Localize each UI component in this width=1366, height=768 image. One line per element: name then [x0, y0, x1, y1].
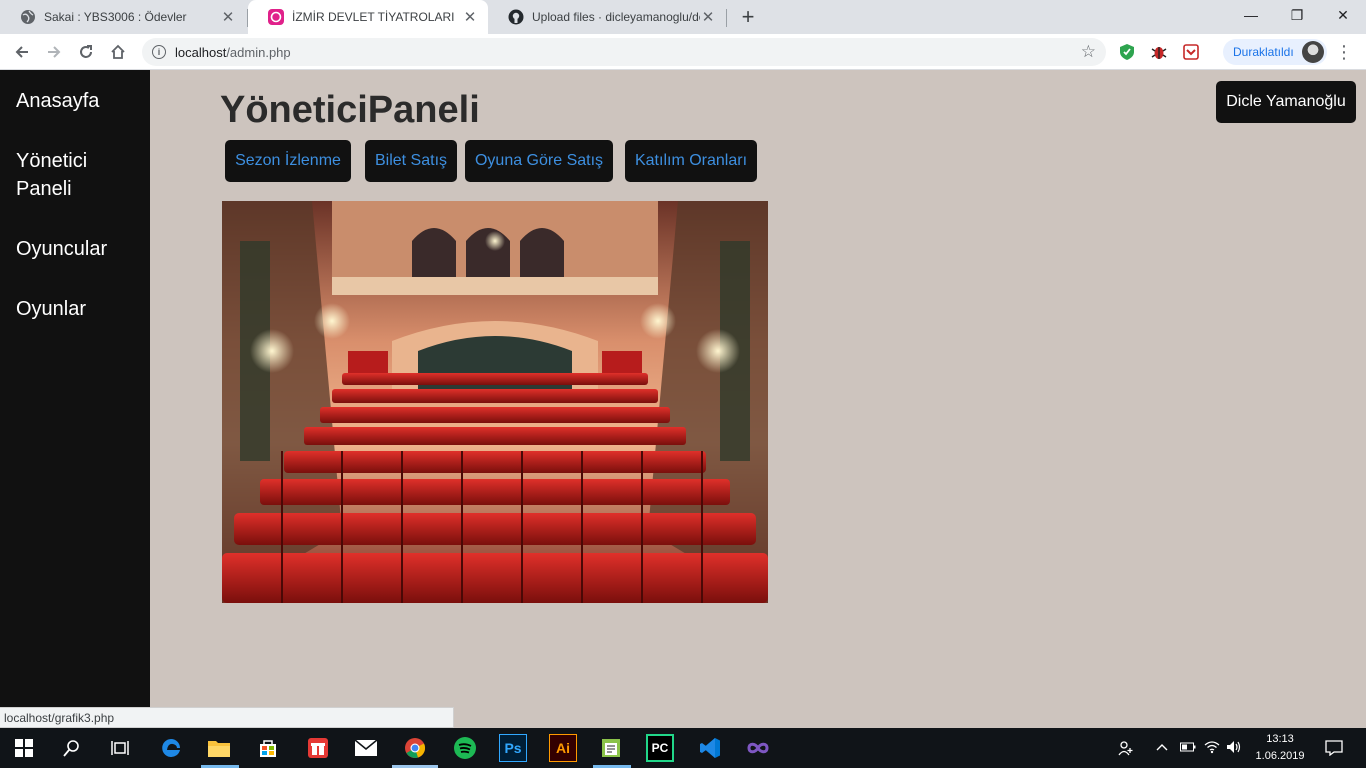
- back-button[interactable]: [8, 38, 36, 66]
- tab-divider: [726, 9, 727, 27]
- notifications-icon[interactable]: [1325, 740, 1343, 759]
- theatre-auditorium-image: [222, 201, 768, 603]
- url-host: localhost: [175, 44, 227, 60]
- globe-icon: [20, 9, 36, 25]
- home-icon: [111, 44, 125, 59]
- katilim-oranlari-button[interactable]: Katılım Oranları: [625, 140, 757, 182]
- pocket-extension-icon[interactable]: [1182, 43, 1200, 61]
- tab-sakai[interactable]: Sakai : YBS3006 : Ödevler ✕: [0, 0, 246, 34]
- profile-button[interactable]: Duraklatıldı: [1223, 39, 1327, 65]
- maximize-window-icon[interactable]: ❐: [1274, 0, 1320, 30]
- task-view-icon[interactable]: [106, 734, 134, 762]
- windows-start-icon[interactable]: [10, 734, 38, 762]
- sidebar-item-oyunlar[interactable]: Oyunlar: [16, 295, 136, 323]
- minimize-window-icon[interactable]: —: [1228, 0, 1274, 30]
- photoshop-icon[interactable]: Ps: [499, 734, 527, 762]
- close-tab-icon[interactable]: ✕: [700, 9, 716, 26]
- vscode-icon[interactable]: [696, 734, 724, 762]
- tab-izmir-devlet-tiyatrolari[interactable]: İZMİR DEVLET TİYATROLARI ✕: [248, 0, 488, 34]
- tab-title: İZMİR DEVLET TİYATROLARI: [292, 10, 455, 24]
- chrome-icon[interactable]: [401, 734, 429, 762]
- profile-status-label: Duraklatıldı: [1233, 45, 1294, 59]
- sidebar-item-anasayfa[interactable]: Anasayfa: [16, 87, 136, 115]
- arrow-right-icon: [48, 46, 61, 58]
- browser-toolbar: i localhost/admin.php ☆ Duraklatıldı ⋮: [0, 34, 1366, 70]
- new-tab-button[interactable]: +: [736, 4, 760, 29]
- volume-icon[interactable]: [1226, 740, 1242, 757]
- close-window-icon[interactable]: ✕: [1320, 0, 1366, 30]
- search-icon[interactable]: [58, 734, 86, 762]
- browser-status-url: localhost/grafik3.php: [0, 707, 454, 728]
- edge-icon[interactable]: [157, 734, 185, 762]
- browser-menu-icon[interactable]: ⋮: [1334, 38, 1354, 66]
- site-info-icon[interactable]: i: [152, 45, 166, 59]
- store-icon[interactable]: [254, 734, 282, 762]
- file-explorer-icon[interactable]: [205, 734, 233, 762]
- taskbar-clock[interactable]: 13:13 1.06.2019: [1254, 731, 1306, 765]
- github-icon: [508, 9, 524, 25]
- infinity-app-icon[interactable]: [744, 734, 772, 762]
- clock-time: 13:13: [1266, 733, 1294, 745]
- battery-icon[interactable]: [1180, 740, 1196, 756]
- sidebar: Anasayfa Yönetici Paneli Oyuncular Oyunl…: [0, 70, 150, 728]
- home-button[interactable]: [104, 38, 132, 66]
- shield-extension-icon[interactable]: [1118, 43, 1136, 61]
- reload-icon: [80, 45, 92, 58]
- tab-github-upload[interactable]: Upload files · dicleyamanoglu/dc ✕: [488, 0, 726, 34]
- sidebar-item-oyuncular[interactable]: Oyuncular: [16, 235, 136, 263]
- avatar: [1302, 41, 1324, 63]
- chevron-up-icon[interactable]: [1156, 740, 1168, 756]
- arrow-left-icon: [15, 46, 28, 58]
- theatre-site-icon: [268, 9, 284, 25]
- bug-extension-icon[interactable]: [1150, 43, 1168, 61]
- close-tab-icon[interactable]: ✕: [462, 9, 478, 26]
- reload-button[interactable]: [72, 38, 100, 66]
- url-path: /admin.php: [226, 44, 291, 60]
- tab-title: Sakai : YBS3006 : Ödevler: [44, 10, 187, 24]
- mail-icon[interactable]: [352, 734, 380, 762]
- people-icon[interactable]: [1118, 740, 1134, 759]
- user-account-button[interactable]: Dicle Yamanoğlu: [1216, 81, 1356, 123]
- clock-date: 1.06.2019: [1255, 750, 1305, 762]
- sezon-izlenme-button[interactable]: Sezon İzlenme: [225, 140, 351, 182]
- wifi-icon[interactable]: [1204, 740, 1220, 757]
- page-title: YöneticiPaneli: [220, 89, 480, 131]
- gift-app-icon[interactable]: [304, 734, 332, 762]
- close-tab-icon[interactable]: ✕: [220, 9, 236, 26]
- address-bar[interactable]: i localhost/admin.php ☆: [142, 38, 1106, 66]
- forward-button[interactable]: [40, 38, 68, 66]
- bilet-satis-button[interactable]: Bilet Satış: [365, 140, 457, 182]
- bookmark-star-icon[interactable]: ☆: [1081, 42, 1096, 62]
- pycharm-icon[interactable]: PC: [646, 734, 674, 762]
- sidebar-item-yonetici-paneli[interactable]: Yönetici Paneli: [16, 147, 136, 203]
- oyuna-gore-satis-button[interactable]: Oyuna Göre Satış: [465, 140, 613, 182]
- windows-taskbar: Ps Ai PC 13:13 1.06.2019: [0, 728, 1366, 768]
- tab-title: Upload files · dicleyamanoglu/dc: [532, 10, 700, 24]
- browser-tab-strip: Sakai : YBS3006 : Ödevler ✕ İZMİR DEVLET…: [0, 0, 1366, 34]
- notepad-icon[interactable]: [597, 734, 625, 762]
- spotify-icon[interactable]: [451, 734, 479, 762]
- illustrator-icon[interactable]: Ai: [549, 734, 577, 762]
